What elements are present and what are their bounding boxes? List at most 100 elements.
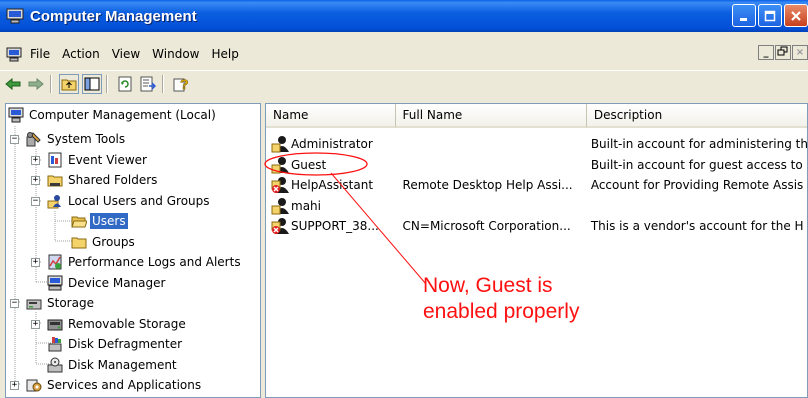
export-list-button[interactable] — [138, 74, 158, 94]
expand-toggle[interactable]: + — [10, 381, 19, 390]
user-description: This is a vendor's account for the H — [590, 219, 804, 233]
computer-management-icon — [6, 8, 24, 24]
back-button[interactable] — [3, 74, 23, 94]
user-description: Built-in account for administering th — [590, 137, 807, 151]
user-name: SUPPORT_38... — [291, 219, 379, 233]
tree-item-shared-folders[interactable]: + Shared Folders — [31, 170, 159, 190]
refresh-icon — [118, 76, 132, 91]
results-list[interactable]: Name Full Name Description Administrator… — [265, 103, 808, 398]
list-item[interactable]: HelpAssistant Remote Desktop Help Assi..… — [266, 175, 807, 195]
menu-action[interactable]: Action — [62, 47, 100, 61]
tree-item-users[interactable]: Users — [71, 211, 128, 231]
back-arrow-icon — [5, 77, 21, 90]
annotation-line-1: Now, Guest is — [423, 274, 553, 297]
child-restore-button[interactable] — [775, 45, 791, 60]
window-title: Computer Management — [30, 7, 197, 25]
expand-toggle[interactable]: + — [31, 176, 40, 185]
computer-management-icon — [8, 107, 24, 123]
user-name: Administrator — [291, 137, 373, 151]
event-viewer-icon — [48, 152, 62, 168]
tree-item-label: Users — [90, 213, 128, 229]
tree-item-device-manager[interactable]: Device Manager — [47, 273, 167, 293]
tree-item-computer-management[interactable]: Computer Management (Local) — [8, 105, 218, 125]
tree-item-label: Performance Logs and Alerts — [68, 255, 241, 269]
help-button[interactable]: ? — [171, 74, 191, 94]
tree-item-performance-logs[interactable]: + Performance Logs and Alerts — [31, 252, 243, 272]
collapse-toggle[interactable]: − — [10, 135, 19, 144]
tree-item-local-users-groups[interactable]: − Local Users and Groups — [31, 191, 212, 211]
performance-icon — [48, 254, 62, 270]
minimize-button[interactable] — [732, 4, 756, 27]
user-name: Guest — [291, 158, 327, 172]
user-icon — [271, 198, 289, 215]
removable-storage-icon — [47, 319, 63, 331]
child-minimize-button[interactable]: _ — [758, 45, 774, 60]
forward-button[interactable] — [26, 74, 46, 94]
menu-help[interactable]: Help — [212, 47, 239, 61]
services-icon — [26, 379, 42, 392]
tree-item-label: Disk Defragmenter — [68, 337, 183, 351]
list-item[interactable]: Administrator Built-in account for admin… — [266, 134, 807, 154]
forward-arrow-icon — [28, 77, 44, 90]
tree-item-event-viewer[interactable]: + Event Viewer — [31, 150, 149, 170]
tree-item-label: Computer Management (Local) — [29, 108, 216, 122]
expand-toggle[interactable]: + — [31, 156, 40, 165]
restore-icon — [777, 46, 788, 56]
device-manager-icon — [47, 275, 63, 291]
list-item[interactable]: mahi — [266, 196, 807, 216]
user-icon — [271, 136, 289, 153]
collapse-toggle[interactable]: − — [10, 299, 19, 308]
close-button[interactable] — [784, 4, 808, 27]
tree-item-label: Storage — [47, 296, 94, 310]
user-name: HelpAssistant — [291, 178, 374, 192]
up-one-level-button[interactable] — [59, 73, 79, 94]
disabled-user-icon — [271, 177, 289, 193]
refresh-button[interactable] — [115, 74, 135, 94]
tree-item-removable-storage[interactable]: + Removable Storage — [31, 314, 188, 334]
folder-open-icon — [71, 216, 87, 228]
list-item[interactable]: Guest Built-in account for guest access … — [266, 155, 807, 175]
tree-item-system-tools[interactable]: − System Tools — [10, 129, 127, 149]
tree-item-groups[interactable]: Groups — [71, 232, 137, 252]
defragmenter-icon — [48, 337, 62, 352]
user-full-name: Remote Desktop Help Assi... — [402, 178, 573, 192]
svg-text:?: ? — [180, 76, 189, 92]
storage-icon — [26, 299, 42, 310]
menu-window[interactable]: Window — [152, 47, 199, 61]
list-header: Name Full Name Description — [266, 104, 807, 128]
user-description: Account for Providing Remote Assis — [590, 178, 804, 192]
disk-management-icon — [47, 357, 63, 373]
toolbar: ? — [0, 70, 808, 96]
disabled-user-icon — [271, 218, 289, 234]
tree-item-label: Groups — [92, 235, 135, 249]
show-hide-tree-icon — [84, 77, 100, 90]
child-close-button[interactable]: × — [792, 45, 808, 60]
tree-item-label: Local Users and Groups — [68, 194, 210, 208]
tree-item-disk-management[interactable]: Disk Management — [47, 355, 179, 375]
tree-item-storage[interactable]: − Storage — [10, 293, 96, 313]
title-bar: Computer Management — [0, 0, 808, 32]
tree-item-disk-defragmenter[interactable]: Disk Defragmenter — [47, 334, 184, 354]
column-header-full-name[interactable]: Full Name — [395, 104, 587, 128]
collapse-toggle[interactable]: − — [31, 197, 40, 206]
menu-view[interactable]: View — [112, 47, 140, 61]
expand-toggle[interactable]: + — [31, 258, 40, 267]
tree-item-label: Event Viewer — [68, 153, 147, 167]
help-icon: ? — [173, 76, 189, 92]
tree-item-services-applications[interactable]: + Services and Applications — [10, 375, 203, 395]
column-header-description[interactable]: Description — [586, 104, 807, 128]
list-item[interactable]: SUPPORT_38... CN=Microsoft Corporation..… — [266, 216, 807, 236]
maximize-icon — [764, 10, 776, 21]
column-header-name[interactable]: Name — [266, 104, 396, 128]
user-full-name: CN=Microsoft Corporation... — [402, 219, 571, 233]
menu-file[interactable]: File — [30, 47, 50, 61]
annotation-line-2: enabled properly — [423, 300, 580, 323]
maximize-button[interactable] — [758, 4, 782, 27]
expand-toggle[interactable]: + — [31, 320, 40, 329]
annotation-note: Now, Guest is enabled properly — [423, 273, 579, 325]
show-hide-tree-button[interactable] — [82, 73, 102, 94]
user-description: Built-in account for guest access to — [590, 158, 803, 172]
console-tree[interactable]: Computer Management (Local) − System Too… — [5, 103, 261, 398]
console-window-icon[interactable] — [6, 47, 22, 62]
tree-item-label: Shared Folders — [68, 173, 158, 187]
